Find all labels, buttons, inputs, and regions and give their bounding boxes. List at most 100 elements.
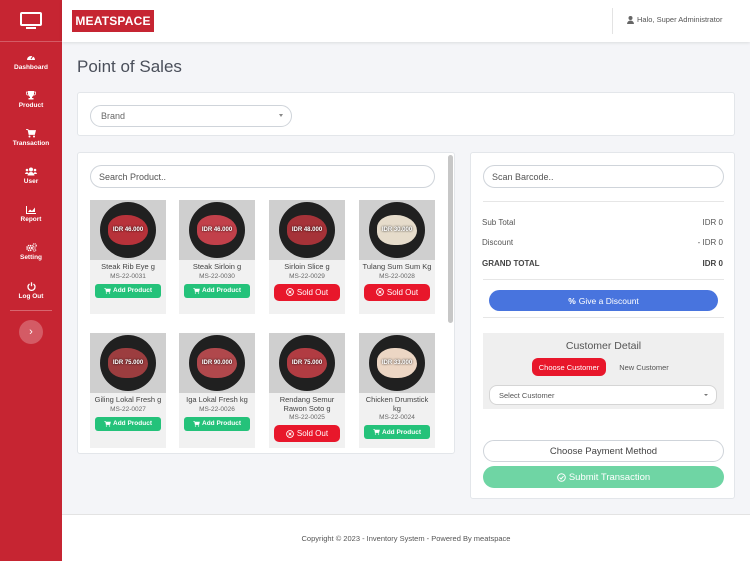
product-code: MS-22-0030	[199, 272, 235, 280]
sold-out-button[interactable]: Sold Out	[274, 425, 340, 442]
sidebar-item-label: Log Out	[18, 293, 44, 300]
sidebar-item-logout[interactable]: Log Out	[0, 282, 62, 312]
scrollbar[interactable]	[448, 155, 453, 323]
submit-transaction-button[interactable]: Submit Transaction	[483, 466, 724, 488]
choose-customer-button[interactable]: Choose Customer	[532, 358, 606, 376]
product-code: MS-22-0029	[289, 272, 325, 280]
give-discount-label: Give a Discount	[578, 295, 639, 306]
sidebar-item-transaction[interactable]: Transaction	[0, 129, 62, 159]
user-menu[interactable]: Halo, Super Administrator	[627, 15, 722, 24]
product-name: Sirloin Slice g	[284, 262, 330, 271]
product-card[interactable]: IDR 75.000 Rendang Semur Rawon Soto g MS-2…	[269, 333, 345, 448]
product-photo: IDR 75.000	[100, 335, 156, 391]
customer-select-value: Select Customer	[499, 390, 555, 400]
cart-icon	[193, 420, 200, 427]
product-image: IDR 46.000	[90, 200, 166, 260]
product-image: IDR 48.000	[269, 200, 345, 260]
subtotal-value: IDR 0	[702, 218, 723, 227]
product-code: MS-22-0028	[379, 272, 415, 280]
product-photo: IDR 46.000	[100, 202, 156, 258]
product-card[interactable]: IDR 90.000 Iga Lokal Fresh kg MS-22-0026 Ad…	[179, 333, 255, 448]
product-card[interactable]: IDR 75.000 Giling Lokal Fresh g MS-22-0027…	[90, 333, 166, 448]
product-card[interactable]: IDR 48.000 Sirloin Slice g MS-22-0029 Sold …	[269, 200, 345, 314]
add-product-label: Add Product	[202, 420, 241, 427]
product-price: IDR 48.000	[291, 227, 323, 233]
chevron-right-icon: ›	[29, 326, 33, 338]
topbar: MEATSPACE Halo, Super Administrator	[62, 0, 750, 42]
product-price: IDR 30.000	[381, 227, 413, 233]
sidebar-item-setting[interactable]: Setting	[0, 243, 62, 273]
sidebar-item-product[interactable]: Product	[0, 91, 62, 121]
sidebar-item-label: Report	[20, 216, 42, 223]
add-product-button[interactable]: Add Product	[95, 416, 161, 431]
product-price: IDR 33.000	[381, 360, 413, 366]
product-image: IDR 75.000	[90, 333, 166, 393]
grand-total-value: IDR 0	[702, 259, 723, 268]
check-circle-icon	[557, 472, 566, 482]
search-placeholder: Search Product..	[99, 171, 167, 182]
product-card[interactable]: IDR 33.000 Chicken Drumstick kg MS-22-0024…	[359, 333, 435, 448]
add-product-button[interactable]: Add Product	[184, 283, 250, 298]
sidebar-toggle-button[interactable]: ›	[19, 320, 43, 344]
product-image: IDR 33.000	[359, 333, 435, 393]
cart-icon	[373, 429, 380, 435]
grand-total-row: GRAND TOTAL IDR 0	[482, 259, 723, 268]
product-card[interactable]: IDR 30.000 Tulang Sum Sum Kg MS-22-0028 Sol…	[359, 200, 435, 314]
users-icon	[25, 167, 37, 176]
sidebar-item-label: Dashboard	[14, 64, 48, 71]
product-code: MS-22-0031	[110, 272, 146, 280]
barcode-input[interactable]: Scan Barcode..	[483, 165, 724, 188]
customer-detail: Customer Detail Choose Customer New Cust…	[483, 333, 724, 409]
sold-out-label: Sold Out	[386, 287, 419, 297]
new-customer-button[interactable]: New Customer	[611, 358, 677, 376]
monitor-logo-icon[interactable]	[0, 0, 62, 42]
topbar-divider	[612, 8, 613, 34]
product-code: MS-22-0026	[199, 405, 235, 413]
caret-down-icon	[279, 114, 283, 117]
add-product-button[interactable]: Add Product	[364, 425, 430, 439]
sidebar-item-report[interactable]: Report	[0, 206, 62, 236]
search-input[interactable]: Search Product..	[90, 165, 435, 188]
customer-select[interactable]: Select Customer	[489, 385, 717, 405]
sidebar-item-dashboard[interactable]: Dashboard	[0, 53, 62, 83]
x-circle-icon	[286, 288, 294, 296]
product-name: Chicken Drumstick kg	[365, 395, 429, 413]
cart-icon	[193, 287, 200, 294]
products-panel: Search Product.. IDR 46.000 Steak Rib Eye…	[77, 152, 455, 454]
cart-panel: Scan Barcode.. Sub Total IDR 0 Discount …	[470, 152, 735, 499]
add-product-button[interactable]: Add Product	[184, 416, 250, 431]
add-product-label: Add Product	[113, 420, 152, 427]
subtotal-label: Sub Total	[482, 218, 516, 227]
product-photo: IDR 75.000	[279, 335, 335, 391]
product-card[interactable]: IDR 46.000 Steak Sirloin g MS-22-0030 Add P…	[179, 200, 255, 314]
submit-transaction-label: Submit Transaction	[568, 471, 651, 483]
product-image: IDR 46.000	[179, 200, 255, 260]
cart-icon	[104, 287, 111, 294]
product-photo: IDR 48.000	[279, 202, 335, 258]
product-image: IDR 90.000	[179, 333, 255, 393]
give-discount-button[interactable]: % Give a Discount	[489, 290, 718, 311]
product-image: IDR 30.000	[359, 200, 435, 260]
sidebar-item-user[interactable]: User	[0, 167, 62, 197]
sold-out-label: Sold Out	[296, 287, 329, 297]
sidebar-item-label: User	[23, 178, 39, 185]
product-photo: IDR 33.000	[369, 335, 425, 391]
product-price: IDR 46.000	[201, 227, 233, 233]
page-title: Point of Sales	[77, 57, 182, 76]
choose-payment-method-button[interactable]: Choose Payment Method	[483, 440, 724, 462]
sold-out-button[interactable]: Sold Out	[274, 283, 340, 301]
product-name: Steak Rib Eye g	[101, 262, 155, 271]
sold-out-button[interactable]: Sold Out	[364, 283, 430, 301]
discount-row: Discount - IDR 0	[482, 238, 723, 247]
brand-select[interactable]: Brand	[90, 105, 292, 127]
brand-logo[interactable]: MEATSPACE	[72, 10, 154, 32]
product-image: IDR 75.000	[269, 333, 345, 393]
sidebar-item-label: Setting	[19, 254, 43, 261]
product-name: Steak Sirloin g	[192, 262, 242, 271]
add-product-button[interactable]: Add Product	[95, 283, 161, 298]
sidebar-item-label: Transaction	[12, 140, 50, 147]
product-card[interactable]: IDR 46.000 Steak Rib Eye g MS-22-0031 Add P…	[90, 200, 166, 314]
product-price: IDR 46.000	[112, 227, 144, 233]
discount-label: Discount	[482, 238, 514, 247]
chart-icon	[26, 206, 36, 214]
